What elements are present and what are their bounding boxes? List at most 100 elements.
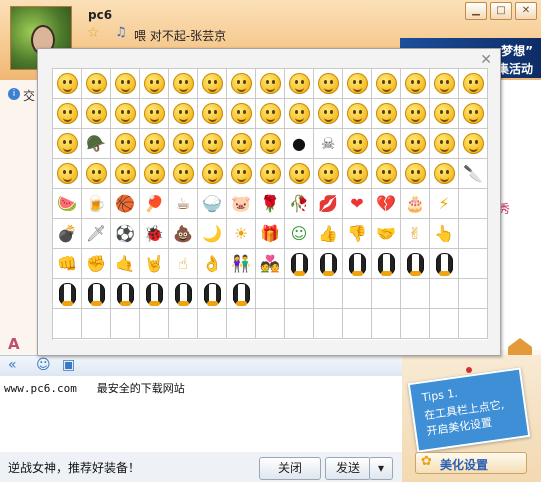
emoji-cell[interactable]: 🥀: [285, 189, 314, 219]
emoji-cell[interactable]: [285, 99, 314, 129]
emoji-cell[interactable]: [140, 99, 169, 129]
music-note-icon[interactable]: ♫: [115, 25, 127, 40]
emoji-cell[interactable]: [343, 99, 372, 129]
emoji-cell[interactable]: [53, 99, 82, 129]
send-options-dropdown[interactable]: ▾: [369, 457, 393, 480]
emoji-cell[interactable]: [111, 159, 140, 189]
emoji-cell[interactable]: [459, 69, 488, 99]
emoji-cell[interactable]: [430, 129, 459, 159]
emoji-cell[interactable]: [372, 99, 401, 129]
emoji-cell[interactable]: 🎁: [256, 219, 285, 249]
emoji-cell[interactable]: ☕: [169, 189, 198, 219]
promo-link[interactable]: 逆战女神，推荐好装备！: [8, 459, 140, 476]
emoji-cell[interactable]: [401, 129, 430, 159]
emoji-cell[interactable]: [372, 129, 401, 159]
emoji-cell[interactable]: [82, 279, 111, 309]
emoji-cell[interactable]: 🤙: [111, 249, 140, 279]
emoji-cell[interactable]: [372, 249, 401, 279]
emoji-cell[interactable]: ⚡: [430, 189, 459, 219]
emoji-cell[interactable]: [314, 69, 343, 99]
emoji-cell[interactable]: [314, 159, 343, 189]
emoji-cell[interactable]: 💋: [314, 189, 343, 219]
emoji-cell[interactable]: 💩: [169, 219, 198, 249]
close-icon[interactable]: ✕: [480, 52, 492, 68]
emoji-cell[interactable]: [169, 99, 198, 129]
emoji-cell[interactable]: ❤: [343, 189, 372, 219]
send-button[interactable]: 发送: [325, 457, 371, 480]
emoji-cell[interactable]: [430, 99, 459, 129]
emoji-cell[interactable]: 💔: [372, 189, 401, 219]
emoji-cell[interactable]: 🐞: [140, 219, 169, 249]
emoji-cell[interactable]: [401, 69, 430, 99]
emoji-cell[interactable]: [343, 69, 372, 99]
emoji-cell[interactable]: 🍉: [53, 189, 82, 219]
emoji-cell[interactable]: [285, 249, 314, 279]
emoji-cell[interactable]: [343, 249, 372, 279]
emoji-cell[interactable]: [111, 99, 140, 129]
emoji-cell[interactable]: [227, 69, 256, 99]
emoji-cell[interactable]: [256, 129, 285, 159]
emoji-cell[interactable]: 👌: [198, 249, 227, 279]
emoji-cell[interactable]: ☺: [285, 219, 314, 249]
beautify-button[interactable]: ✿ 美化设置: [415, 452, 527, 474]
emoji-cell[interactable]: [111, 69, 140, 99]
minimize-button[interactable]: ▁: [465, 2, 487, 20]
emoji-cell[interactable]: [430, 69, 459, 99]
emoji-cell[interactable]: ✌: [401, 219, 430, 249]
emoji-cell[interactable]: 💣: [53, 219, 82, 249]
emoji-cell[interactable]: [285, 159, 314, 189]
emoji-cell[interactable]: [227, 129, 256, 159]
emoji-cell[interactable]: 🍺: [82, 189, 111, 219]
emoji-cell[interactable]: [314, 99, 343, 129]
emoji-cell[interactable]: ☝: [169, 249, 198, 279]
emoji-cell[interactable]: [53, 69, 82, 99]
emoji-cell[interactable]: 🤝: [372, 219, 401, 249]
emoji-cell[interactable]: 🌹: [256, 189, 285, 219]
emoji-cell[interactable]: [459, 99, 488, 129]
emoji-cell[interactable]: 🐷: [227, 189, 256, 219]
emoji-cell[interactable]: [198, 69, 227, 99]
emoji-cell[interactable]: [372, 159, 401, 189]
emoji-cell[interactable]: [111, 279, 140, 309]
emoji-cell[interactable]: ☠: [314, 129, 343, 159]
emoji-cell[interactable]: [256, 99, 285, 129]
emoji-cell[interactable]: [227, 159, 256, 189]
emoji-cell[interactable]: 🎂: [401, 189, 430, 219]
maximize-button[interactable]: □: [490, 2, 512, 20]
emoji-cell[interactable]: [256, 69, 285, 99]
emoji-cell[interactable]: 🍚: [198, 189, 227, 219]
emoji-cell[interactable]: [314, 249, 343, 279]
emoji-cell[interactable]: 🏀: [111, 189, 140, 219]
emoji-cell[interactable]: [169, 159, 198, 189]
expand-icon[interactable]: «: [8, 357, 17, 373]
emoji-cell[interactable]: 🔪: [459, 159, 488, 189]
emoji-cell[interactable]: 👫: [227, 249, 256, 279]
emoji-cell[interactable]: ✊: [82, 249, 111, 279]
emoji-cell[interactable]: [401, 249, 430, 279]
emoji-cell[interactable]: 🪖: [82, 129, 111, 159]
emoji-cell[interactable]: [140, 69, 169, 99]
emoji-cell[interactable]: [372, 69, 401, 99]
emoji-cell[interactable]: [430, 249, 459, 279]
emoji-cell[interactable]: [198, 129, 227, 159]
emoji-cell[interactable]: [169, 69, 198, 99]
emoji-cell[interactable]: 🤘: [140, 249, 169, 279]
star-icon[interactable]: ☆: [87, 25, 100, 41]
emoji-cell[interactable]: 👆: [430, 219, 459, 249]
emoji-cell[interactable]: ☀: [227, 219, 256, 249]
emoji-cell[interactable]: [401, 159, 430, 189]
emoji-cell[interactable]: [256, 159, 285, 189]
emoji-cell[interactable]: ●: [285, 129, 314, 159]
emoji-cell[interactable]: 💑: [256, 249, 285, 279]
image-icon[interactable]: ▣: [62, 357, 75, 373]
emoji-cell[interactable]: 👎: [343, 219, 372, 249]
close-button[interactable]: 关闭: [259, 457, 321, 480]
smiley-icon[interactable]: ☺: [36, 357, 51, 373]
emoji-cell[interactable]: [53, 279, 82, 309]
emoji-cell[interactable]: [343, 129, 372, 159]
emoji-cell[interactable]: 👊: [53, 249, 82, 279]
emoji-cell[interactable]: [82, 99, 111, 129]
emoji-cell[interactable]: [82, 69, 111, 99]
emoji-cell[interactable]: 👍: [314, 219, 343, 249]
emoji-cell[interactable]: [140, 159, 169, 189]
